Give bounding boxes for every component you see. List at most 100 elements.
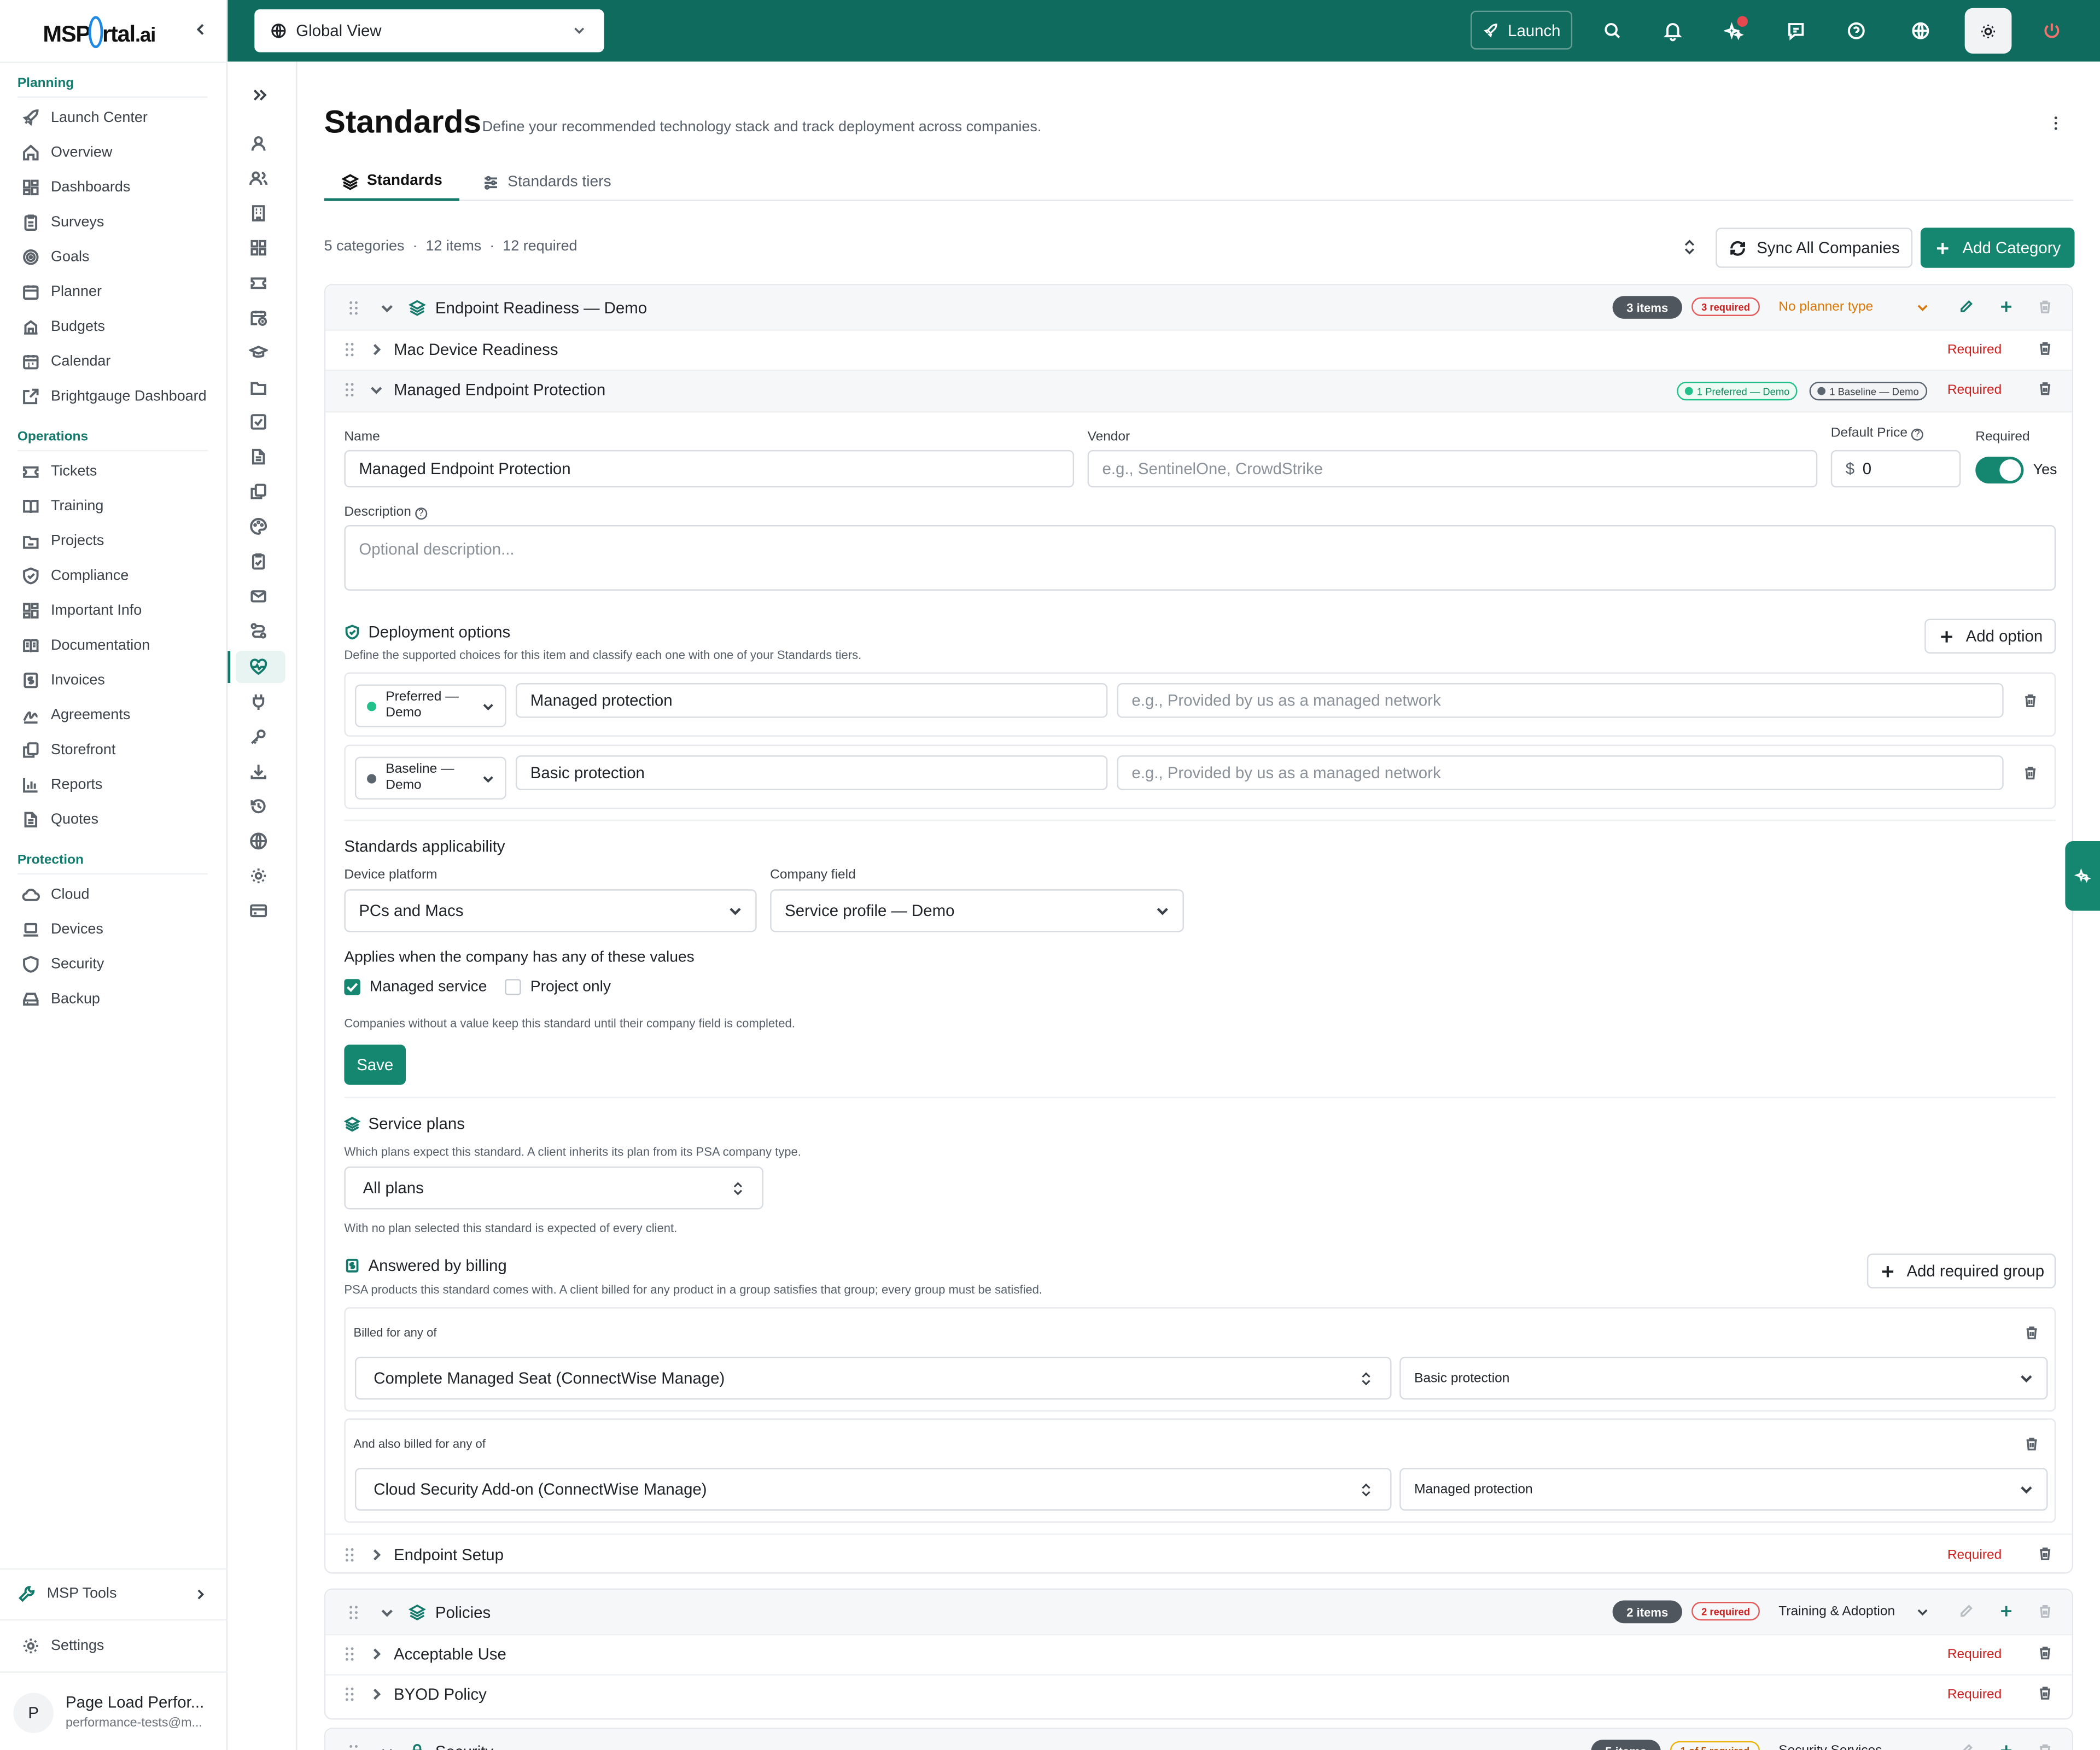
history-icon[interactable] [249,797,268,815]
search-icon[interactable] [1602,20,1623,42]
item-name[interactable]: Acceptable Use [394,1644,506,1663]
trash-icon[interactable] [2037,1545,2053,1561]
drag-handle-icon[interactable] [344,1646,355,1662]
chevron-right-icon[interactable] [370,1688,383,1701]
item-name[interactable]: Mac Device Readiness [394,340,558,359]
files-icon[interactable] [249,482,268,501]
billing-product-select[interactable]: Complete Managed Seat (ConnectWise Manag… [354,1356,1392,1400]
assistant-float-button[interactable] [2065,841,2100,911]
trash-icon[interactable] [2037,1742,2053,1750]
heart-pulse-icon[interactable] [249,657,268,676]
billing-product-select[interactable]: Cloud Security Add-on (ConnectWise Manag… [354,1468,1392,1511]
option-name-input[interactable]: Managed protection [515,682,1108,718]
trash-icon[interactable] [2037,1685,2053,1701]
nav-compliance[interactable]: Compliance [21,563,129,590]
users-icon[interactable] [249,169,268,188]
collapse-sidebar-icon[interactable] [194,23,207,36]
trash-icon[interactable] [2037,1603,2053,1619]
chevron-down-icon[interactable] [1917,1606,1929,1618]
dashboard-icon[interactable] [249,238,268,257]
user-icon[interactable] [249,134,268,153]
device-platform-select[interactable]: PCs and Macs [344,889,757,932]
edit-icon[interactable] [1958,1742,1974,1750]
chevron-down-icon[interactable] [381,1606,394,1619]
chevron-right-icon[interactable] [194,1589,206,1601]
tier-select[interactable]: Preferred — Demo [354,684,506,727]
plus-icon[interactable] [1998,1742,2014,1750]
project-only-checkbox[interactable] [505,979,521,995]
chevron-down-icon[interactable] [381,301,394,314]
global-view-select[interactable]: Global View [254,9,604,52]
planner-type-select[interactable]: Security Services [1778,1744,1882,1750]
drag-handle-icon[interactable] [348,1744,359,1750]
planner-type-select[interactable]: No planner type [1778,300,1873,315]
globe-icon[interactable] [1910,20,1931,42]
nav-training[interactable]: Training [21,493,103,520]
chevron-right-icon[interactable] [370,343,383,356]
clipboard-check-icon[interactable] [249,552,268,570]
nav-cloud[interactable]: Cloud [21,881,89,908]
add-required-group-button[interactable]: Add required group [1866,1253,2056,1288]
calendar-clock-icon[interactable] [249,308,268,326]
description-textarea[interactable]: Optional description... [344,525,2056,591]
trash-icon[interactable] [2022,765,2038,780]
nav-security[interactable]: Security [21,951,104,978]
message-icon[interactable] [1786,20,1807,42]
expand-rail-icon[interactable] [252,87,267,103]
help-icon[interactable] [1846,20,1867,42]
trash-icon[interactable] [2023,1325,2039,1340]
name-input[interactable]: Managed Endpoint Protection [344,450,1075,488]
tab-standards[interactable]: Standards [324,164,460,201]
download-icon[interactable] [249,762,268,780]
billing-option-select[interactable]: Basic protection [1399,1356,2048,1400]
nav-launch-center[interactable]: Launch Center [21,104,148,131]
tier-select[interactable]: Baseline — Demo [354,756,506,800]
chevron-right-icon[interactable] [370,1548,383,1561]
edit-icon[interactable] [1958,1603,1974,1619]
launch-button[interactable]: Launch [1471,10,1573,50]
drag-handle-icon[interactable] [348,1605,359,1620]
theme-toggle-button[interactable] [1964,8,2012,54]
drag-handle-icon[interactable] [344,341,355,357]
billing-option-select[interactable]: Managed protection [1399,1468,2048,1511]
power-icon[interactable] [2041,20,2062,42]
nav-goals[interactable]: Goals [21,244,89,271]
nav-invoices[interactable]: Invoices [21,667,105,694]
nav-calendar[interactable]: Calendar [21,348,110,375]
bell-icon[interactable] [1662,20,1683,42]
trash-icon[interactable] [2037,1644,2053,1660]
route-icon[interactable] [249,621,268,640]
managed-service-checkbox[interactable] [344,979,360,995]
nav-reports[interactable]: Reports [21,772,102,798]
trash-icon[interactable] [2037,299,2053,314]
nav-storefront[interactable]: Storefront [21,737,115,763]
required-toggle[interactable] [1975,457,2024,484]
folder-icon[interactable] [249,378,268,396]
tab-standards-tiers[interactable]: Standards tiers [482,164,611,201]
nav-brightgauge-dashboard[interactable]: Brightgauge Dashboard [21,383,207,410]
item-name[interactable]: BYOD Policy [394,1685,487,1704]
more-vertical-icon[interactable] [2050,114,2061,132]
nav-planner[interactable]: Planner [21,278,102,305]
nav-overview[interactable]: Overview [21,139,112,166]
drag-handle-icon[interactable] [344,382,355,398]
drag-handle-icon[interactable] [344,1686,355,1702]
nav-tickets[interactable]: Tickets [21,458,97,485]
item-name[interactable]: Endpoint Setup [394,1545,504,1564]
plug-icon[interactable] [249,692,268,711]
vendor-input[interactable]: e.g., SentinelOne, CrowdStrike [1087,450,1818,488]
key-icon[interactable] [249,727,268,746]
plus-icon[interactable] [1998,299,2014,314]
nav-surveys[interactable]: Surveys [21,209,104,236]
drag-handle-icon[interactable] [344,1547,355,1563]
item-name[interactable]: Managed Endpoint Protection [394,381,605,399]
chevron-down-icon[interactable] [370,383,383,396]
ticket-icon[interactable] [249,273,268,292]
nav-settings[interactable]: Settings [21,1632,104,1659]
edit-icon[interactable] [1958,299,1974,314]
nav-documentation[interactable]: Documentation [21,632,150,659]
chevron-right-icon[interactable] [370,1647,383,1660]
option-detail-input[interactable]: e.g., Provided by us as a managed networ… [1117,755,2004,790]
service-plans-select[interactable]: All plans [344,1166,763,1210]
nav-quotes[interactable]: Quotes [21,806,98,833]
